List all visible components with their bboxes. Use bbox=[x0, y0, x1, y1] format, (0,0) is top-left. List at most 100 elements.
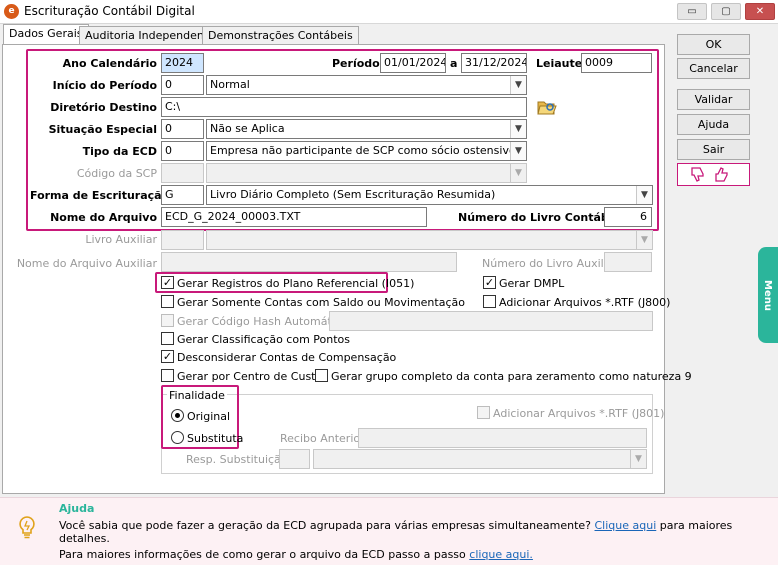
forma-escrituracao-code[interactable]: G bbox=[161, 185, 204, 205]
centro-custo-label: Gerar por Centro de Custo bbox=[177, 370, 323, 383]
tipo-ecd-label: Tipo da ECD bbox=[82, 145, 157, 158]
tab-auditoria-independente[interactable]: Auditoria Independente bbox=[79, 26, 221, 45]
app-icon: e bbox=[4, 4, 19, 19]
ano-calendario-input[interactable]: 2024 bbox=[161, 53, 204, 73]
chevron-down-icon[interactable]: ▼ bbox=[510, 76, 526, 94]
substituta-radio[interactable] bbox=[171, 431, 184, 444]
forma-escrituracao-value: Livro Diário Completo (Sem Escrituração … bbox=[210, 188, 496, 201]
grupo-completo-checkbox[interactable] bbox=[315, 369, 328, 382]
chevron-down-icon[interactable]: ▼ bbox=[510, 142, 526, 160]
help-line-1-text: Você sabia que pode fazer a geração da E… bbox=[59, 519, 591, 532]
recibo-anterior-input bbox=[358, 428, 647, 448]
help-line-1-end: para maiores bbox=[659, 519, 733, 532]
tipo-ecd-select[interactable]: Empresa não participante de SCP como sóc… bbox=[206, 141, 527, 161]
nome-arquivo-label: Nome do Arquivo bbox=[50, 211, 157, 224]
original-radio[interactable] bbox=[171, 409, 184, 422]
codigo-scp-label: Código da SCP bbox=[76, 167, 157, 180]
inicio-periodo-value: Normal bbox=[210, 78, 250, 91]
inicio-periodo-code[interactable]: 0 bbox=[161, 75, 204, 95]
desconsiderar-label: Desconsiderar Contas de Compensação bbox=[177, 351, 397, 364]
thumbs-up-icon[interactable] bbox=[713, 166, 731, 183]
resp-substituicao-select: ▼ bbox=[313, 449, 647, 469]
ajuda-button[interactable]: Ajuda bbox=[677, 114, 750, 135]
livro-auxiliar-select: ▼ bbox=[206, 230, 653, 250]
livro-auxiliar-code bbox=[161, 230, 204, 250]
help-line-3: Para maiores informações de como gerar o… bbox=[59, 548, 533, 561]
periodo-label: Período bbox=[332, 57, 380, 70]
rtf-j800-checkbox[interactable] bbox=[483, 295, 496, 308]
inicio-periodo-select[interactable]: Normal ▼ bbox=[206, 75, 527, 95]
ok-button[interactable]: OK bbox=[677, 34, 750, 55]
forma-escrituracao-select[interactable]: Livro Diário Completo (Sem Escrituração … bbox=[206, 185, 653, 205]
leiaute-input[interactable]: 0009 bbox=[581, 53, 652, 73]
periodo-end-input[interactable]: 31/12/2024 bbox=[461, 53, 527, 73]
rtf-j800-label: Adicionar Arquivos *.RTF (J800) bbox=[499, 296, 671, 309]
diretorio-destino-input[interactable]: C:\ bbox=[161, 97, 527, 117]
help-link-1[interactable]: Clique aqui bbox=[595, 519, 657, 532]
help-title: Ajuda bbox=[59, 502, 95, 515]
plano-referencial-label: Gerar Registros do Plano Referencial (I0… bbox=[177, 277, 415, 290]
help-line-1: Você sabia que pode fazer a geração da E… bbox=[59, 519, 732, 532]
original-label: Original bbox=[187, 410, 231, 423]
finalidade-title: Finalidade bbox=[167, 389, 227, 402]
numero-livro-label: Número do Livro Contábil bbox=[458, 211, 617, 224]
numero-livro-auxiliar-label: Número do Livro Auxiliar bbox=[482, 257, 619, 270]
help-line-2: detalhes. bbox=[59, 532, 110, 545]
inicio-periodo-label: Início do Período bbox=[52, 79, 157, 92]
livro-auxiliar-label: Livro Auxiliar bbox=[85, 233, 157, 246]
plano-referencial-checkbox[interactable]: ✓ bbox=[161, 276, 174, 289]
tipo-ecd-code[interactable]: 0 bbox=[161, 141, 204, 161]
situacao-especial-select[interactable]: Não se Aplica ▼ bbox=[206, 119, 527, 139]
desconsiderar-checkbox[interactable]: ✓ bbox=[161, 350, 174, 363]
somente-contas-checkbox[interactable] bbox=[161, 295, 174, 308]
maximize-button[interactable]: ▢ bbox=[711, 3, 741, 20]
lightbulb-icon bbox=[17, 515, 37, 541]
validar-button[interactable]: Validar bbox=[677, 89, 750, 110]
ano-calendario-label: Ano Calendário bbox=[62, 57, 157, 70]
chevron-down-icon: ▼ bbox=[510, 164, 526, 182]
close-button[interactable]: ✕ bbox=[745, 3, 775, 20]
dmpl-label: Gerar DMPL bbox=[499, 277, 565, 290]
grupo-completo-label: Gerar grupo completo da conta para zeram… bbox=[331, 370, 692, 383]
sair-button[interactable]: Sair bbox=[677, 139, 750, 160]
leiaute-label: Leiaute bbox=[536, 57, 583, 70]
classificacao-checkbox[interactable] bbox=[161, 332, 174, 345]
chevron-down-icon[interactable]: ▼ bbox=[636, 186, 652, 204]
tab-dados-gerais[interactable]: Dados Gerais bbox=[3, 24, 89, 45]
rtf-j801-label: Adicionar Arquivos *.RTF (J801) bbox=[493, 407, 665, 420]
codigo-scp-select: ▼ bbox=[206, 163, 527, 183]
hash-checkbox bbox=[161, 314, 174, 327]
dmpl-checkbox[interactable]: ✓ bbox=[483, 276, 496, 289]
situacao-especial-code[interactable]: 0 bbox=[161, 119, 204, 139]
help-line-3-text: Para maiores informações de como gerar o… bbox=[59, 548, 466, 561]
nome-arquivo-input[interactable]: ECD_G_2024_00003.TXT bbox=[161, 207, 427, 227]
tab-demonstracoes-contabeis[interactable]: Demonstrações Contábeis bbox=[202, 26, 359, 45]
chevron-down-icon[interactable]: ▼ bbox=[510, 120, 526, 138]
somente-contas-label: Gerar Somente Contas com Saldo ou Movime… bbox=[177, 296, 465, 309]
forma-escrituracao-label: Forma de Escrituração bbox=[30, 189, 170, 202]
numero-livro-input[interactable]: 6 bbox=[604, 207, 652, 227]
minimize-button[interactable]: ▭ bbox=[677, 3, 707, 20]
cancelar-button[interactable]: Cancelar bbox=[677, 58, 750, 79]
classificacao-label: Gerar Classificação com Pontos bbox=[177, 333, 351, 346]
situacao-especial-value: Não se Aplica bbox=[210, 122, 285, 135]
hash-input bbox=[329, 311, 653, 331]
thumbs-down-icon[interactable] bbox=[689, 166, 707, 183]
diretorio-destino-label: Diretório Destino bbox=[50, 101, 157, 114]
codigo-scp-code bbox=[161, 163, 204, 183]
hash-label: Gerar Código Hash Automático bbox=[177, 315, 348, 328]
help-link-2[interactable]: clique aqui. bbox=[469, 548, 533, 561]
periodo-sep: a bbox=[450, 57, 458, 70]
tipo-ecd-value: Empresa não participante de SCP como sóc… bbox=[210, 144, 516, 157]
folder-open-icon[interactable] bbox=[537, 98, 557, 116]
rtf-j801-checkbox bbox=[477, 406, 490, 419]
window-title: Escrituração Contábil Digital bbox=[24, 4, 195, 18]
centro-custo-checkbox[interactable] bbox=[161, 369, 174, 382]
resp-substituicao-code bbox=[279, 449, 310, 469]
menu-side-tab[interactable]: Menu bbox=[758, 247, 778, 343]
chevron-down-icon: ▼ bbox=[630, 450, 646, 468]
recibo-anterior-label: Recibo Anterior bbox=[280, 432, 365, 445]
menu-label: Menu bbox=[762, 280, 773, 311]
substituta-label: Substituta bbox=[187, 432, 244, 445]
periodo-start-input[interactable]: 01/01/2024 bbox=[380, 53, 446, 73]
